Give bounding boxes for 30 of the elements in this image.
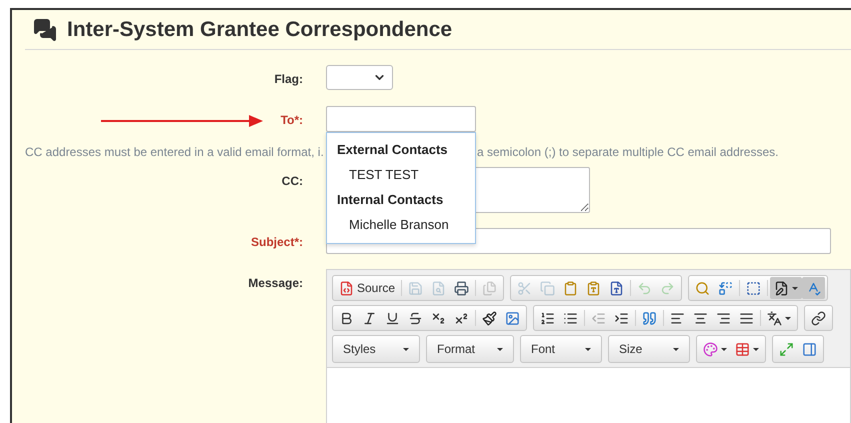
format-dropdown-button[interactable] xyxy=(770,277,802,299)
field-label: Subject*: xyxy=(250,234,303,251)
page-title: Inter-System Grantee Correspondence xyxy=(67,16,452,43)
field-label: CC: xyxy=(282,173,303,190)
editor-dropdown[interactable]: Format xyxy=(429,337,511,361)
field-label: Message: xyxy=(248,275,303,292)
editor-dropdown[interactable]: Font xyxy=(523,337,599,361)
field-label: To*: xyxy=(280,112,303,129)
caret-icon xyxy=(585,348,591,350)
dropdown-option[interactable]: TEST TEST xyxy=(327,162,475,188)
language-icon xyxy=(767,310,782,326)
dropdown-option[interactable]: Michelle Branson xyxy=(327,212,475,238)
source-button[interactable]: Source xyxy=(335,277,400,299)
hint-text: CC addresses must be entered in a valid email format, i. xyxy=(25,145,324,159)
editor-dropdown[interactable]: Styles xyxy=(335,337,417,361)
caret-icon xyxy=(403,348,409,350)
editor-dropdown[interactable]: Size xyxy=(611,337,687,361)
document-pen-icon xyxy=(774,280,790,296)
table-icon xyxy=(735,342,750,356)
dropdown-group-heading: Internal Contacts xyxy=(336,191,444,210)
spellcheck-button[interactable] xyxy=(802,277,826,299)
field-label: Flag: xyxy=(274,71,303,88)
palette-icon xyxy=(703,342,718,356)
speech-bubbles-icon xyxy=(33,18,57,42)
caret-icon xyxy=(497,348,503,350)
caret-icon xyxy=(673,348,679,350)
hint-text: a semicolon (;) to separate multiple CC email addresses. xyxy=(477,144,778,160)
dropdown-group-heading: External Contacts xyxy=(336,141,449,160)
recipient-field[interactable] xyxy=(326,106,476,132)
rich-text-editor[interactable]: Source Styles Format Font Size xyxy=(326,269,851,423)
